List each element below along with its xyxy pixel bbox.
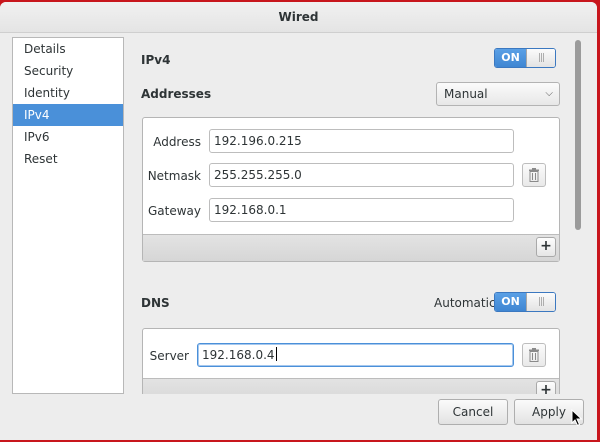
dns-server-input[interactable]: 192.168.0.4: [197, 343, 514, 367]
wired-dialog: Wired Details Security Identity IPv4 IPv…: [0, 2, 597, 440]
sidebar-item-security[interactable]: Security: [13, 60, 123, 82]
addresses-heading: Addresses: [141, 87, 212, 101]
ipv4-toggle-on-label: ON: [495, 49, 526, 67]
ipv4-heading: IPv4: [141, 53, 171, 67]
window-title: Wired: [0, 2, 597, 33]
trash-icon: [529, 348, 539, 362]
addresses-toolbar: +: [143, 234, 559, 261]
settings-panel: IPv4 ON ||| Addresses Manual ⌵ Address 1…: [128, 32, 570, 394]
text-caret: [275, 347, 277, 361]
gateway-input[interactable]: 192.168.0.1: [209, 198, 514, 222]
dns-automatic-label: Automatic: [434, 296, 496, 310]
sidebar-item-ipv4[interactable]: IPv4: [13, 104, 123, 126]
toggle-knob-icon: |||: [526, 49, 555, 67]
addresses-frame: Address 192.196.0.215 Netmask 255.255.25…: [142, 117, 560, 262]
trash-icon: [529, 168, 539, 182]
dns-server-value: 192.168.0.4: [202, 348, 275, 362]
gateway-label: Gateway: [147, 204, 201, 218]
chevron-down-icon: ⌵: [545, 88, 553, 99]
sidebar-item-reset[interactable]: Reset: [13, 148, 123, 170]
addresses-method-select[interactable]: Manual ⌵: [436, 82, 560, 106]
settings-scrollbar[interactable]: [574, 40, 582, 394]
scrollbar-thumb[interactable]: [575, 40, 581, 230]
delete-address-button[interactable]: [522, 163, 546, 187]
dns-frame: Server 192.168.0.4 +: [142, 328, 560, 394]
netmask-input[interactable]: 255.255.255.0: [209, 163, 514, 187]
addresses-method-value: Manual: [444, 87, 488, 101]
toggle-knob-icon: |||: [526, 293, 555, 311]
add-address-button[interactable]: +: [536, 237, 556, 257]
dns-toolbar: +: [143, 378, 559, 394]
dns-heading: DNS: [141, 296, 170, 310]
cancel-button[interactable]: Cancel: [438, 399, 508, 425]
dns-toggle-on-label: ON: [495, 293, 526, 311]
ipv4-toggle[interactable]: ON |||: [494, 48, 556, 68]
mouse-pointer-icon: [571, 409, 583, 427]
sidebar-item-ipv6[interactable]: IPv6: [13, 126, 123, 148]
sidebar-item-details[interactable]: Details: [13, 38, 123, 60]
add-dns-server-button[interactable]: +: [536, 381, 556, 394]
sidebar-item-identity[interactable]: Identity: [13, 82, 123, 104]
dns-automatic-toggle[interactable]: ON |||: [494, 292, 556, 312]
sidebar: Details Security Identity IPv4 IPv6 Rese…: [12, 37, 124, 394]
netmask-label: Netmask: [147, 169, 201, 183]
delete-dns-server-button[interactable]: [522, 343, 546, 367]
server-label: Server: [149, 349, 189, 363]
address-label: Address: [153, 135, 201, 149]
address-input[interactable]: 192.196.0.215: [209, 129, 514, 153]
